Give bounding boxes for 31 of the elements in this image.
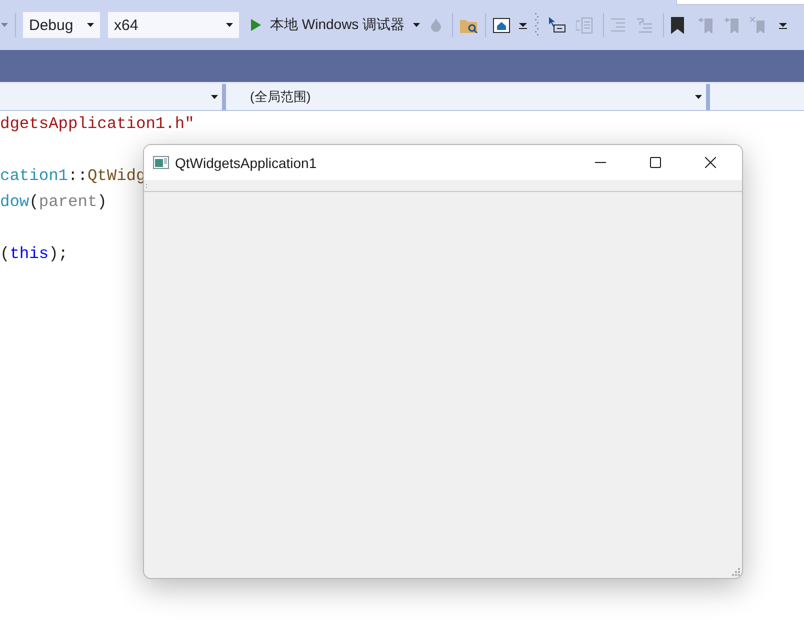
document-icon[interactable] [576, 16, 593, 34]
outdent-icon[interactable] [636, 18, 653, 32]
next-bookmark-icon[interactable] [724, 17, 739, 33]
caret-icon [695, 95, 702, 99]
maximize-icon [650, 157, 661, 168]
play-icon [251, 19, 261, 31]
start-debugging-button[interactable]: 本地 Windows 调试器 [251, 16, 405, 34]
caret-icon [87, 23, 94, 27]
resize-grip-icon[interactable] [732, 568, 740, 576]
folder-search-icon[interactable] [460, 18, 478, 32]
platform-dropdown[interactable]: x64 [108, 12, 239, 38]
code-line: dgetsApplication1.h" [0, 114, 194, 135]
home-window-icon[interactable] [492, 18, 510, 32]
cursor-box-icon[interactable] [548, 17, 566, 33]
clear-bookmarks-icon[interactable] [750, 17, 765, 33]
bookmark-icon[interactable] [670, 16, 684, 34]
grip-icon [534, 13, 539, 37]
caret-icon[interactable] [778, 21, 787, 29]
indent-icon[interactable] [610, 18, 626, 32]
close-icon [705, 157, 716, 168]
code-line: (this); [0, 244, 68, 265]
caret-icon [412, 23, 420, 27]
minimize-icon [595, 162, 606, 163]
caret-icon[interactable] [518, 21, 527, 29]
app-icon [153, 156, 169, 169]
configuration-dropdown[interactable]: Debug [23, 12, 100, 38]
previous-bookmark-icon[interactable] [698, 17, 713, 33]
caret-icon [226, 23, 233, 27]
caret-icon [211, 95, 218, 99]
window-title: QtWidgetsApplication1 [175, 154, 318, 170]
code-line: dow(parent) [0, 192, 107, 213]
